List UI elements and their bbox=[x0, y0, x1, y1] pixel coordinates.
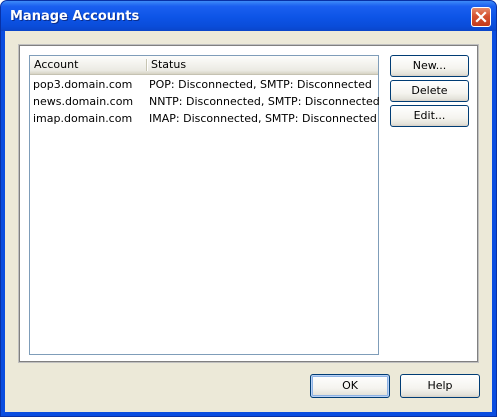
status-cell: POP: Disconnected, SMTP: Disconnected bbox=[149, 78, 372, 91]
status-cell: NNTP: Disconnected, SMTP: Disconnected bbox=[149, 95, 380, 108]
accounts-list[interactable]: Account Status pop3.domain.com POP: Disc… bbox=[29, 55, 380, 355]
close-button[interactable] bbox=[471, 7, 491, 27]
column-header-status[interactable]: Status bbox=[147, 56, 378, 74]
manage-accounts-window: Manage Accounts Account Status pop3.doma… bbox=[0, 0, 497, 417]
title-bar[interactable]: Manage Accounts bbox=[1, 1, 496, 31]
list-header: Account Status bbox=[30, 56, 378, 75]
window-title: Manage Accounts bbox=[10, 9, 140, 24]
close-icon bbox=[475, 11, 487, 23]
account-cell: pop3.domain.com bbox=[33, 78, 133, 91]
ok-button[interactable]: OK bbox=[310, 374, 390, 398]
account-cell: imap.domain.com bbox=[33, 112, 133, 125]
table-row[interactable]: pop3.domain.com POP: Disconnected, SMTP:… bbox=[30, 76, 378, 93]
table-row[interactable]: imap.domain.com IMAP: Disconnected, SMTP… bbox=[30, 110, 378, 127]
account-cell: news.domain.com bbox=[33, 95, 134, 108]
status-cell: IMAP: Disconnected, SMTP: Disconnected bbox=[149, 112, 377, 125]
new-account-button[interactable]: New... bbox=[390, 55, 469, 77]
column-header-account[interactable]: Account bbox=[30, 56, 146, 74]
dialog-client-area: Account Status pop3.domain.com POP: Disc… bbox=[5, 31, 492, 412]
edit-account-button[interactable]: Edit... bbox=[390, 105, 469, 127]
delete-account-button[interactable]: Delete bbox=[390, 80, 469, 102]
help-button[interactable]: Help bbox=[400, 374, 480, 398]
table-row[interactable]: news.domain.com NNTP: Disconnected, SMTP… bbox=[30, 93, 380, 110]
